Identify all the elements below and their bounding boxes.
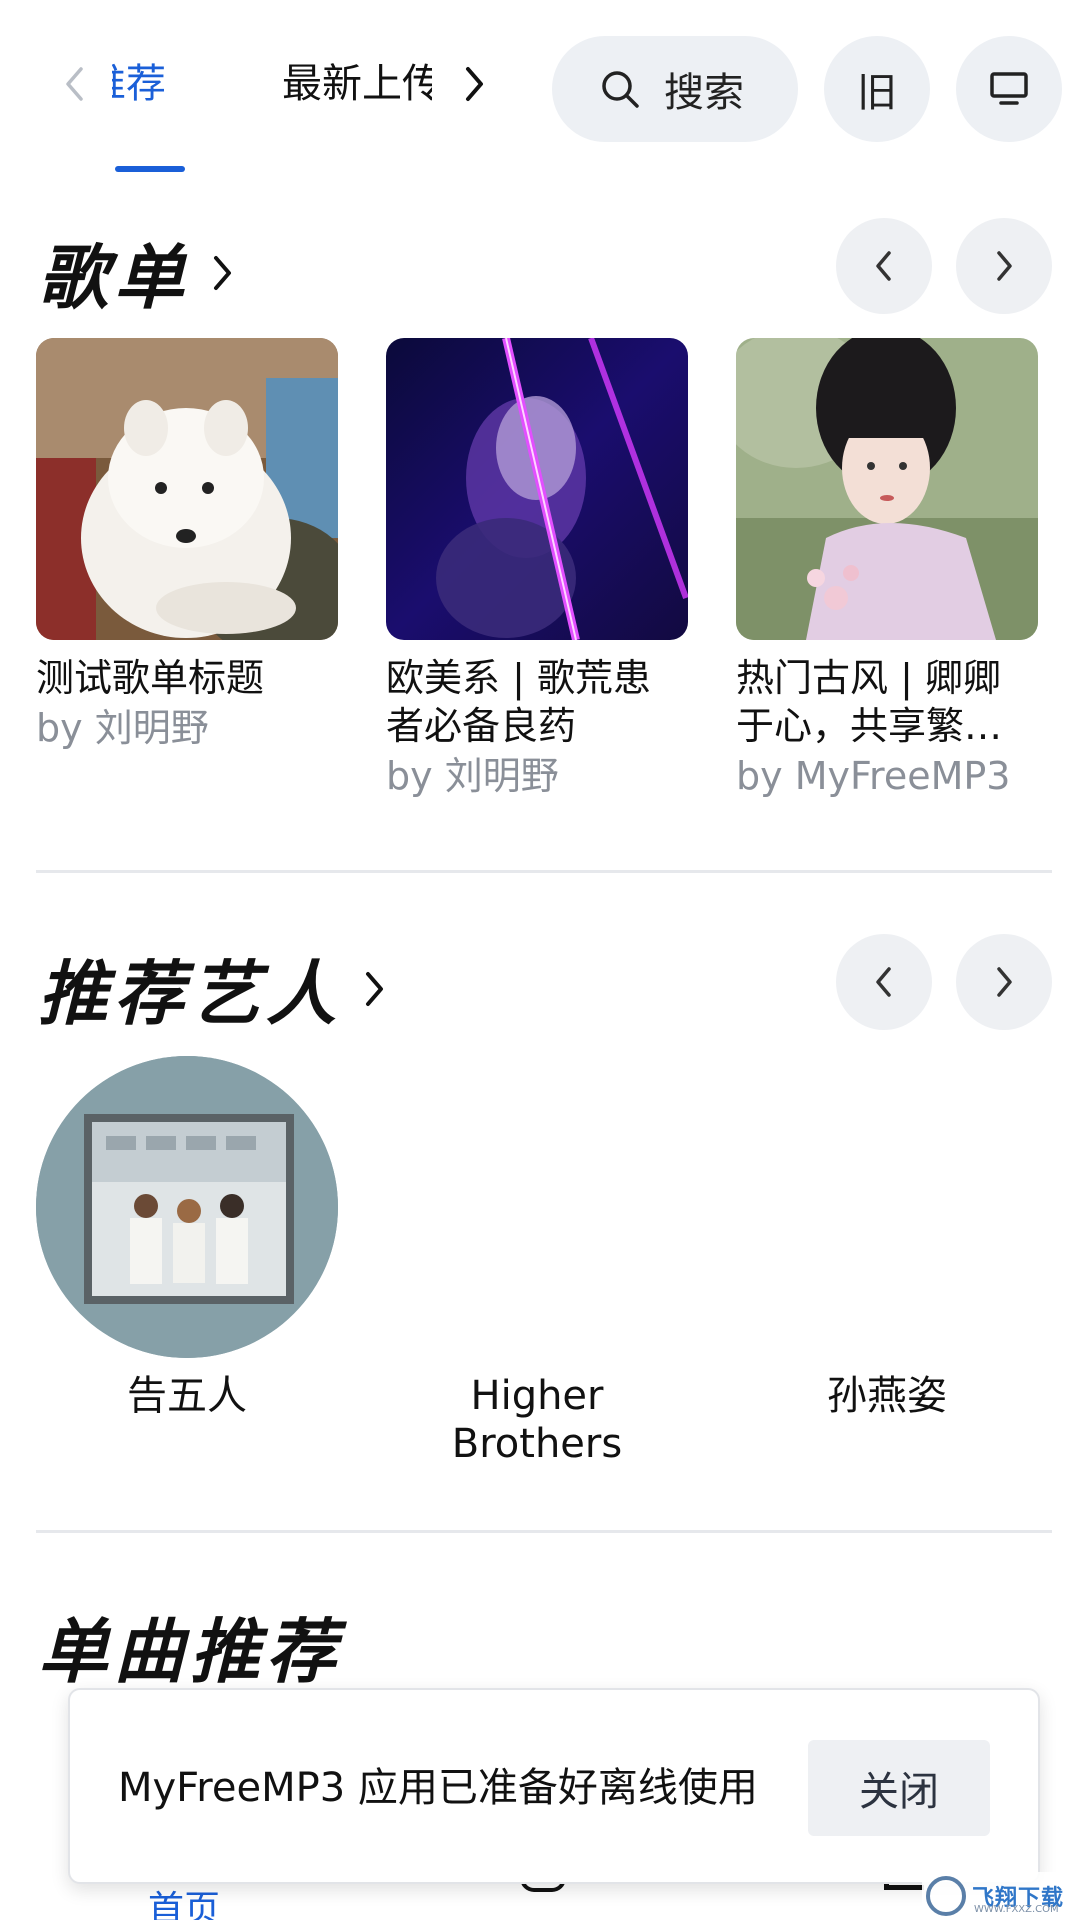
section-divider	[36, 1530, 1052, 1533]
playlist-card[interactable]: 热门古风 | 卿卿于心，共享繁… by MyFreeMP3	[736, 338, 1038, 800]
playlist-title: 测试歌单标题	[36, 656, 265, 700]
playlists-next-button[interactable]	[956, 218, 1052, 314]
artists-heading[interactable]: 推荐艺人	[38, 938, 386, 1039]
desktop-mode-button[interactable]	[956, 36, 1062, 142]
artist-card[interactable]: 孙燕姿	[736, 1056, 1038, 1420]
singles-heading: 单曲推荐	[38, 1596, 342, 1697]
active-tab-indicator	[115, 166, 185, 172]
singles-title: 单曲推荐	[38, 1611, 342, 1693]
playlist-card[interactable]: 测试歌单标题 by 刘明野	[36, 338, 338, 752]
offline-ready-toast: MyFreeMP3 应用已准备好离线使用 关闭	[68, 1688, 1040, 1884]
playlist-cover-image	[36, 338, 338, 640]
playlist-author: by 刘明野	[386, 754, 559, 798]
playlist-author: by 刘明野	[36, 706, 209, 750]
playlist-cover-image	[736, 338, 1038, 640]
artist-avatar	[36, 1056, 338, 1358]
artists-next-button[interactable]	[956, 934, 1052, 1030]
playlists-heading[interactable]: 歌单	[38, 222, 234, 323]
artist-name: Higher Brothers	[451, 1373, 623, 1467]
artist-avatar	[736, 1056, 1038, 1358]
chevron-left-icon	[876, 251, 891, 281]
playlist-title: 热门古风 | 卿卿于心，共享繁…	[736, 656, 1003, 748]
toast-close-button[interactable]: 关闭	[808, 1740, 990, 1836]
playlist-author: by MyFreeMP3	[736, 754, 1011, 798]
artists-prev-button[interactable]	[836, 934, 932, 1030]
playlist-title: 欧美系 | 歌荒患者必备良药	[386, 656, 651, 748]
site-watermark: 飞翔下载 WWW.FXXZ.COM	[922, 1872, 1080, 1920]
artist-avatar	[386, 1056, 688, 1358]
playlist-card[interactable]: 欧美系 | 歌荒患者必备良药 by 刘明野	[386, 338, 688, 800]
old-version-label: 旧	[857, 70, 897, 116]
chevron-right-icon	[997, 251, 1012, 281]
artist-card[interactable]: 告五人	[36, 1056, 338, 1420]
chevron-left-icon	[66, 67, 83, 101]
old-version-button[interactable]: 旧	[824, 36, 930, 142]
watermark-subtext: WWW.FXXZ.COM	[974, 1904, 1059, 1915]
chevron-right-icon	[212, 253, 234, 293]
chevron-right-icon	[997, 967, 1012, 997]
top-bar: 推荐 最新上传 搜索 旧	[0, 0, 1080, 180]
playlist-cover-image	[386, 338, 688, 640]
chevron-right-icon	[364, 969, 386, 1009]
artist-name: 孙燕姿	[827, 1373, 947, 1419]
search-label: 搜索	[664, 70, 744, 116]
tab-recommend[interactable]: 推荐	[112, 56, 166, 112]
watermark-logo-icon	[926, 1876, 966, 1916]
chevron-right-icon	[466, 67, 483, 101]
tab-latest-uploads[interactable]: 最新上传	[282, 56, 432, 112]
artist-card[interactable]: Higher Brothers	[386, 1056, 688, 1468]
search-icon	[602, 71, 639, 108]
tab-strip: 推荐 最新上传	[112, 50, 432, 120]
toast-message: MyFreeMP3 应用已准备好离线使用	[118, 1765, 758, 1811]
tabs-scroll-right-button[interactable]	[458, 62, 492, 106]
artist-name: 告五人	[127, 1373, 247, 1419]
tabs-scroll-left-button[interactable]	[58, 62, 90, 106]
bottom-nav-home[interactable]: 首页	[148, 1880, 220, 1920]
artists-title: 推荐艺人	[38, 953, 342, 1035]
playlists-prev-button[interactable]	[836, 218, 932, 314]
monitor-icon	[990, 72, 1028, 105]
chevron-left-icon	[876, 967, 891, 997]
playlists-title: 歌单	[38, 237, 190, 319]
section-divider	[36, 870, 1052, 873]
search-button[interactable]: 搜索	[552, 36, 798, 142]
